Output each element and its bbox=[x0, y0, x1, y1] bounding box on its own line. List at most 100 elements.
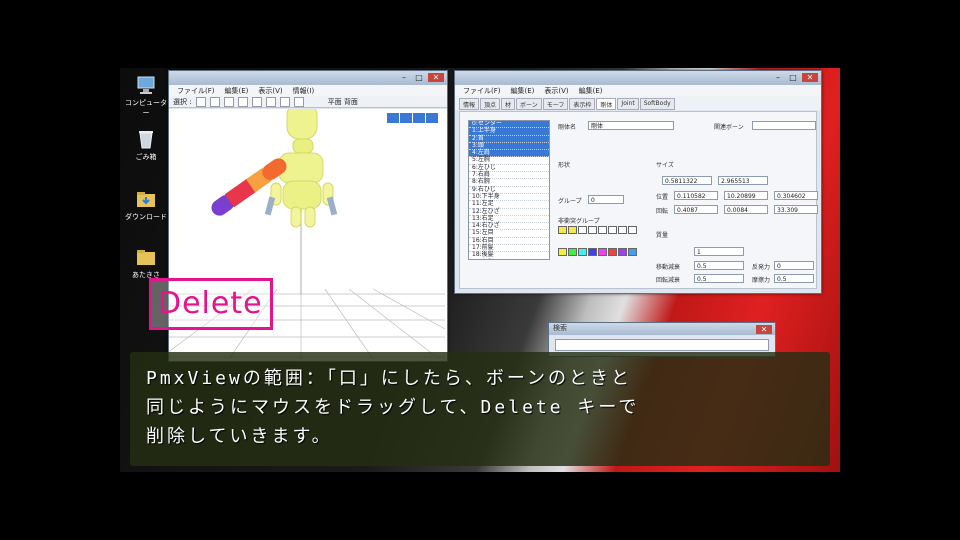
menu-edit[interactable]: 編集(E) bbox=[225, 86, 249, 96]
restitution-label: 反発力 bbox=[752, 264, 771, 271]
desktop-icon-folder[interactable]: あたきさ bbox=[122, 246, 170, 280]
move-damping-label: 移動減衰 bbox=[656, 264, 681, 271]
palette-swatch[interactable] bbox=[578, 248, 587, 256]
toolbar-button[interactable] bbox=[209, 96, 220, 107]
desktop-icon-downloads[interactable]: ダウンロード bbox=[122, 188, 170, 222]
desktop-icon-computer[interactable]: コンピューター bbox=[122, 74, 170, 118]
search-input[interactable] bbox=[555, 339, 769, 351]
folder-icon bbox=[135, 188, 157, 210]
friction-label: 摩擦力 bbox=[752, 277, 771, 284]
subtitle-text: PmxViewの範囲：「口」にしたら、ボーンのときと 同じようにマウスをドラッグ… bbox=[146, 364, 639, 451]
menu-file[interactable]: ファイル(F) bbox=[463, 86, 501, 96]
search-window-titlebar[interactable]: 検索 ✕ bbox=[549, 323, 775, 335]
palette-swatch[interactable] bbox=[588, 248, 597, 256]
desktop-icon-label: ごみ箱 bbox=[135, 153, 157, 161]
desktop-icon-label: コンピューター bbox=[125, 99, 167, 117]
move-damping-field[interactable]: 0.5 bbox=[694, 261, 744, 270]
palette-swatch[interactable] bbox=[588, 226, 597, 234]
rotation-x[interactable]: 0.4087 bbox=[674, 205, 718, 214]
position-z[interactable]: 0.304602 bbox=[774, 191, 818, 200]
toolbar-button[interactable] bbox=[293, 96, 304, 107]
menu-info[interactable]: 情報(I) bbox=[293, 86, 315, 96]
minimize-icon[interactable]: – bbox=[772, 73, 784, 82]
related-bone-label: 関連ボーン bbox=[714, 124, 744, 131]
rotation-damping-field[interactable]: 0.5 bbox=[694, 274, 744, 283]
menu-view[interactable]: 表示(V) bbox=[258, 86, 282, 96]
pmxview-titlebar[interactable]: – □ ✕ bbox=[169, 71, 447, 85]
maximize-icon[interactable]: □ bbox=[413, 73, 425, 82]
related-bone-select[interactable] bbox=[752, 121, 816, 130]
pmxeditor-titlebar[interactable]: – □ ✕ bbox=[455, 71, 821, 85]
close-icon[interactable]: ✕ bbox=[802, 73, 818, 82]
palette-swatch[interactable] bbox=[558, 226, 567, 234]
mass-label: 質量 bbox=[656, 232, 669, 239]
mass-field[interactable]: 1 bbox=[694, 247, 744, 256]
computer-icon bbox=[135, 74, 157, 96]
folder-icon bbox=[135, 246, 157, 268]
palette-swatch[interactable] bbox=[598, 248, 607, 256]
size-label: サイズ bbox=[656, 162, 674, 169]
palette-swatch[interactable] bbox=[628, 248, 637, 256]
rotation-z[interactable]: 33.309 bbox=[774, 205, 818, 214]
recycle-bin-icon bbox=[135, 128, 157, 150]
tab-material[interactable]: 材 bbox=[501, 98, 516, 110]
size-field-2[interactable]: 2.965513 bbox=[718, 176, 768, 185]
size-field-1[interactable]: 0.5811322 bbox=[662, 176, 712, 185]
restitution-field[interactable]: 0 bbox=[774, 261, 814, 270]
tab-joint[interactable]: Joint bbox=[617, 98, 639, 110]
palette-swatch[interactable] bbox=[628, 226, 637, 234]
color-palette[interactable] bbox=[558, 248, 637, 256]
tab-morph[interactable]: モーフ bbox=[542, 98, 569, 110]
collision-group-palette[interactable] bbox=[558, 226, 637, 234]
tab-bone[interactable]: ボーン bbox=[516, 98, 542, 110]
pmxeditor-window: – □ ✕ ファイル(F) 編集(E) 表示(V) 編集(E) 情報 頂点 材 … bbox=[454, 70, 822, 294]
tab-softbody[interactable]: SoftBody bbox=[639, 98, 675, 110]
rotation-y[interactable]: 0.0084 bbox=[724, 205, 768, 214]
subtitle-line-3: 削除していきます。 bbox=[146, 426, 333, 447]
name-field[interactable]: 剛体 bbox=[588, 121, 674, 130]
close-icon[interactable]: ✕ bbox=[428, 73, 444, 82]
toolbar-button[interactable] bbox=[279, 96, 290, 107]
pmxeditor-menubar: ファイル(F) 編集(E) 表示(V) 編集(E) bbox=[455, 85, 821, 96]
tab-rigid-body[interactable]: 剛体 bbox=[596, 98, 617, 110]
menu-edit[interactable]: 編集(E) bbox=[511, 86, 535, 96]
minimize-icon[interactable]: – bbox=[398, 73, 410, 82]
desktop-icon-recycle-bin[interactable]: ごみ箱 bbox=[122, 128, 170, 162]
palette-swatch[interactable] bbox=[598, 226, 607, 234]
palette-swatch[interactable] bbox=[568, 248, 577, 256]
subtitle-box: PmxViewの範囲：「口」にしたら、ボーンのときと 同じようにマウスをドラッグ… bbox=[130, 352, 830, 466]
palette-swatch[interactable] bbox=[618, 248, 627, 256]
palette-swatch[interactable] bbox=[578, 226, 587, 234]
group-select[interactable]: 0 bbox=[588, 195, 624, 204]
palette-swatch[interactable] bbox=[568, 226, 577, 234]
friction-field[interactable]: 0.5 bbox=[774, 274, 814, 283]
tab-vertex[interactable]: 頂点 bbox=[480, 98, 501, 110]
subtitle-line-1: PmxViewの範囲：「口」にしたら、ボーンのときと bbox=[146, 368, 632, 389]
rotation-label: 回転 bbox=[656, 208, 669, 215]
toolbar-button[interactable] bbox=[265, 96, 276, 107]
rigid-body-list[interactable]: 0:センター 1:上半身 2:首 3:頭 4:左肩 5:左腕 6:左ひじ 7:右肩 8:右腕 9:… bbox=[468, 120, 550, 260]
palette-swatch[interactable] bbox=[558, 248, 567, 256]
toolbar-button[interactable] bbox=[223, 96, 234, 107]
tab-info[interactable]: 情報 bbox=[459, 98, 480, 110]
menu-file[interactable]: ファイル(F) bbox=[177, 86, 215, 96]
rigid-body-panel: 0:センター 1:上半身 2:首 3:頭 4:左肩 5:左腕 6:左ひじ 7:右肩 8:右腕 9:… bbox=[459, 111, 818, 289]
view-control-icons bbox=[387, 113, 438, 123]
palette-swatch[interactable] bbox=[608, 226, 617, 234]
maximize-icon[interactable]: □ bbox=[787, 73, 799, 82]
menu-edit-2[interactable]: 編集(E) bbox=[579, 86, 603, 96]
delete-callout-text: Delete bbox=[158, 286, 263, 321]
toolbar-button[interactable] bbox=[237, 96, 248, 107]
tab-display-frame[interactable]: 表示枠 bbox=[569, 98, 596, 110]
palette-swatch[interactable] bbox=[608, 248, 617, 256]
delete-key-callout: Delete bbox=[149, 278, 273, 330]
toolbar-button[interactable] bbox=[195, 96, 206, 107]
close-icon[interactable]: ✕ bbox=[756, 325, 772, 334]
position-y[interactable]: 10.20899 bbox=[724, 191, 768, 200]
palette-swatch[interactable] bbox=[618, 226, 627, 234]
position-x[interactable]: 0.110582 bbox=[674, 191, 718, 200]
rotation-damping-label: 回転減衰 bbox=[656, 277, 681, 284]
toolbar-button[interactable] bbox=[251, 96, 262, 107]
menu-view[interactable]: 表示(V) bbox=[544, 86, 568, 96]
position-label: 位置 bbox=[656, 194, 669, 201]
